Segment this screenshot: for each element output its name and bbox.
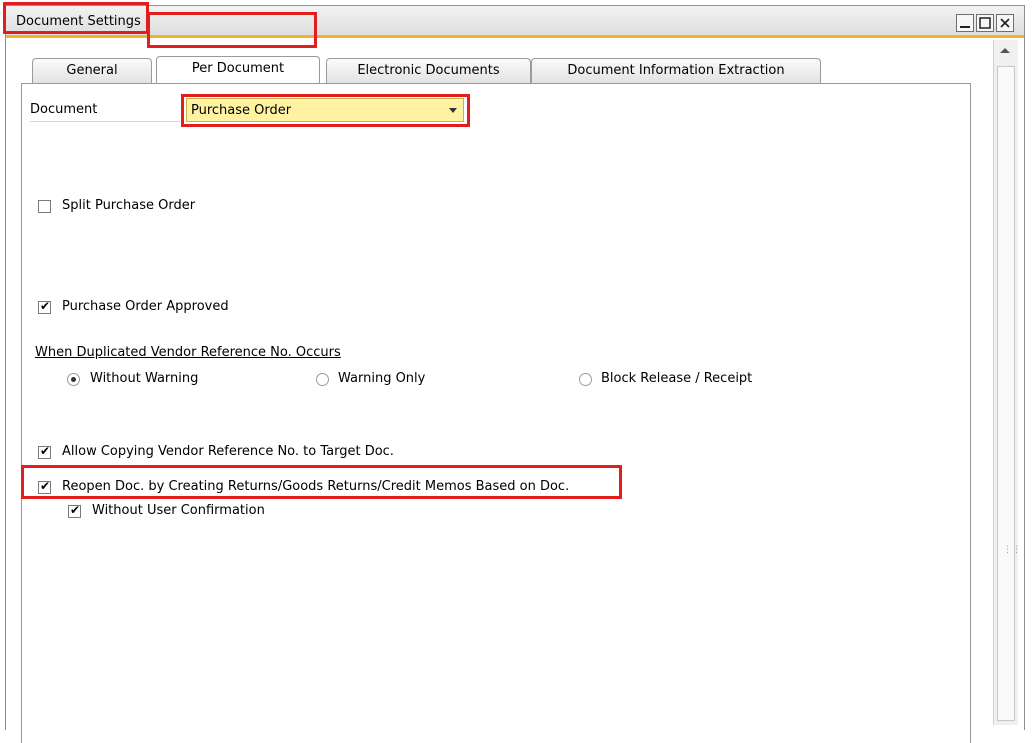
duplicated-section-heading: When Duplicated Vendor Reference No. Occ… — [35, 345, 341, 360]
document-select-highlight — [181, 94, 470, 127]
reopen-highlight — [21, 465, 622, 499]
vertical-scrollbar[interactable]: ⋮⋮ — [993, 40, 1021, 725]
scroll-up-icon[interactable] — [1000, 48, 1010, 53]
approved-label: Purchase Order Approved — [62, 299, 229, 314]
radio-dot-icon — [71, 377, 76, 382]
minimize-icon[interactable] — [956, 14, 974, 32]
split-checkbox[interactable] — [38, 200, 51, 213]
check-icon: ✔ — [40, 444, 51, 458]
close-icon[interactable] — [996, 14, 1014, 32]
document-label: Document — [30, 102, 98, 117]
tab-electronic-documents[interactable]: Electronic Documents — [326, 58, 531, 84]
scroll-thumb[interactable]: ⋮⋮ — [997, 66, 1021, 721]
check-icon: ✔ — [70, 503, 81, 517]
radio-block-release[interactable] — [579, 373, 592, 386]
tab-highlight — [147, 12, 317, 48]
radio-warning-only-label: Warning Only — [338, 371, 426, 386]
allow-copy-label: Allow Copying Vendor Reference No. to Ta… — [62, 444, 394, 459]
tab-document-information-extraction[interactable]: Document Information Extraction — [531, 58, 821, 84]
tab-panel — [21, 83, 971, 743]
maximize-icon[interactable] — [976, 14, 994, 32]
radio-without-warning[interactable] — [67, 373, 80, 386]
radio-without-warning-label: Without Warning — [90, 371, 199, 386]
without-confirmation-label: Without User Confirmation — [92, 503, 265, 518]
allow-copy-checkbox[interactable]: ✔ — [38, 444, 51, 459]
radio-warning-only[interactable] — [316, 373, 329, 386]
approved-checkbox[interactable]: ✔ — [38, 299, 51, 314]
title-highlight — [3, 2, 149, 34]
radio-block-release-label: Block Release / Receipt — [601, 371, 753, 386]
grip-icon: ⋮⋮ — [1003, 545, 1021, 555]
tab-general[interactable]: General — [32, 58, 152, 84]
without-confirmation-checkbox[interactable]: ✔ — [68, 503, 81, 518]
check-icon: ✔ — [40, 299, 51, 313]
document-settings-window: Document Settings General Per Document E… — [5, 5, 1025, 743]
tab-per-document[interactable]: Per Document — [156, 56, 320, 84]
label-divider — [30, 121, 180, 122]
split-label: Split Purchase Order — [62, 198, 196, 213]
